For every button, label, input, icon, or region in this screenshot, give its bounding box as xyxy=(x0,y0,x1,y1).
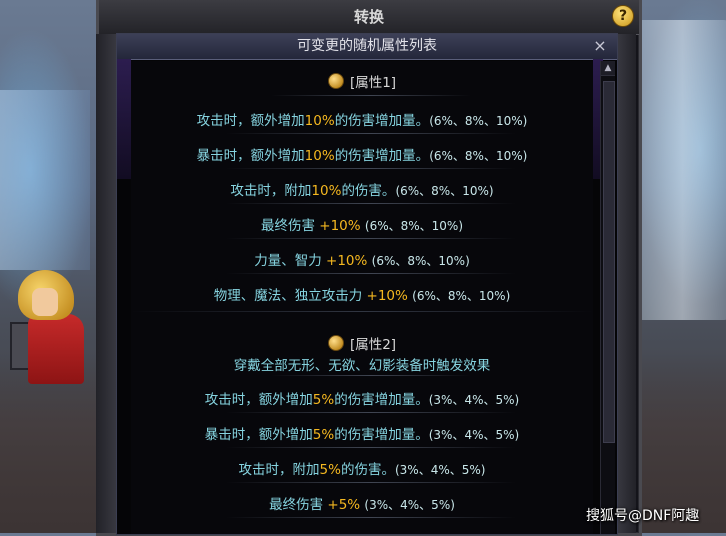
character-face xyxy=(32,288,58,316)
effect-range: (3%、4%、5%) xyxy=(428,393,520,407)
effect-range: (3%、4%、5%) xyxy=(394,463,486,477)
section-1-heading: [属性1] xyxy=(131,71,593,91)
effect-text: 物理、魔法、独立攻击力 xyxy=(213,288,367,304)
section-2-heading: [属性2] xyxy=(131,333,593,353)
help-icon[interactable]: ? xyxy=(612,5,634,27)
attribute-row: 暴击时，额外增加10%的伤害增加量。(6%、8%、10%) xyxy=(131,144,593,164)
divider xyxy=(226,238,516,239)
section-2-condition: 穿戴全部无形、无欲、幻影装备时触发效果 xyxy=(233,358,491,374)
divider xyxy=(226,517,516,518)
effect-text: 攻击时，附加 xyxy=(230,183,312,199)
attribute-row: 攻击时，附加10%的伤害。(6%、8%、10%) xyxy=(131,179,593,199)
effect-text-suffix: 的伤害增加量。 xyxy=(334,113,430,129)
effect-value: +10% xyxy=(326,253,368,269)
effect-range: (3%、4%、5%) xyxy=(364,498,455,512)
effect-range: (6%、8%、10%) xyxy=(371,254,470,268)
divider xyxy=(226,273,516,274)
effect-range: (6%、8%、10%) xyxy=(429,149,528,163)
attribute-row: 攻击时，额外增加10%的伤害增加量。(6%、8%、10%) xyxy=(131,109,593,129)
divider xyxy=(226,412,516,413)
close-button[interactable]: × xyxy=(591,35,609,57)
effect-text-suffix: 的伤害增加量。 xyxy=(334,427,429,443)
divider xyxy=(226,482,516,483)
window-frame-left xyxy=(96,34,118,533)
divider xyxy=(226,447,516,448)
effect-range: (3%、4%、5%) xyxy=(428,428,520,442)
effect-text: 攻击时，额外增加 xyxy=(204,392,313,408)
effect-range: (6%、8%、10%) xyxy=(364,219,464,233)
effect-value: 5% xyxy=(312,427,335,443)
attribute-row: 攻击时，额外增加5%的伤害增加量。(3%、4%、5%) xyxy=(131,388,593,408)
character-body xyxy=(28,314,84,384)
effect-value: 5% xyxy=(319,462,341,478)
attribute-row: 最终伤害 +10% (6%、8%、10%) xyxy=(131,214,593,234)
effect-value: 10% xyxy=(311,183,342,199)
effect-text-suffix: 的伤害增加量。 xyxy=(334,148,430,164)
effect-text-suffix: 的伤害。 xyxy=(341,183,396,199)
background-pillar xyxy=(635,20,726,320)
effect-text: 最终伤害 xyxy=(269,497,328,513)
section-2-heading-text: [属性2] xyxy=(349,337,397,353)
attribute-row: 暴击时，额外增加5%的伤害增加量。(3%、4%、5%) xyxy=(131,423,593,443)
popup-side-decoration-left xyxy=(117,59,131,179)
effect-text: 攻击时，额外增加 xyxy=(196,113,305,129)
attribute-icon xyxy=(327,335,344,351)
random-attribute-popup: 可变更的随机属性列表 × [属性1] 攻击时，额外增加10%的伤害增加量。(6%… xyxy=(116,33,618,535)
effect-text: 暴击时，额外增加 xyxy=(196,148,305,164)
effect-range: (6%、8%、10%) xyxy=(412,289,511,303)
effect-value: 5% xyxy=(312,392,335,408)
attribute-row: 物理、魔法、独立攻击力 +10% (6%、8%、10%) xyxy=(131,284,593,304)
divider xyxy=(226,133,516,134)
divider xyxy=(271,375,471,376)
convert-window-title: 转换 xyxy=(99,0,639,35)
effect-text-suffix: 的伤害。 xyxy=(340,462,395,478)
attribute-list[interactable]: [属性1] 攻击时，额外增加10%的伤害增加量。(6%、8%、10%) 暴击时，… xyxy=(131,61,593,534)
effect-text: 最终伤害 xyxy=(260,218,320,234)
effect-text-suffix: 的伤害增加量。 xyxy=(334,392,429,408)
popup-title: 可变更的随机属性列表 xyxy=(297,38,437,54)
divider xyxy=(226,168,516,169)
attribute-icon xyxy=(327,73,344,89)
background-arch xyxy=(0,90,90,270)
effect-value: +10% xyxy=(319,218,361,234)
effect-value: +10% xyxy=(366,288,408,304)
attribute-row: 攻击时，附加5%的伤害。(3%、4%、5%) xyxy=(131,458,593,478)
divider xyxy=(226,203,516,204)
watermark: 搜狐号@DNF阿趣 xyxy=(586,508,700,524)
attribute-row: 力量、智力 +10% (6%、8%、10%) xyxy=(131,249,593,269)
effect-text: 暴击时，额外增加 xyxy=(204,427,313,443)
popup-titlebar[interactable]: 可变更的随机属性列表 × xyxy=(117,34,617,60)
effect-text: 攻击时，附加 xyxy=(238,462,320,478)
effect-value: +5% xyxy=(327,497,361,513)
scrollbar-thumb[interactable] xyxy=(603,81,615,443)
section-divider xyxy=(131,311,593,312)
attribute-row: 最终伤害 +5% (3%、4%、5%) xyxy=(131,493,593,513)
section-1-heading-text: [属性1] xyxy=(349,75,397,91)
window-frame-right xyxy=(616,34,636,533)
player-character xyxy=(10,270,90,385)
effect-value: 10% xyxy=(304,148,335,164)
effect-range: (6%、8%、10%) xyxy=(429,114,528,128)
divider xyxy=(271,95,471,96)
effect-text: 力量、智力 xyxy=(254,253,327,269)
effect-value: 10% xyxy=(304,113,335,129)
scroll-up-arrow-icon[interactable]: ▲ xyxy=(601,61,615,76)
effect-range: (6%、8%、10%) xyxy=(395,184,494,198)
scrollbar[interactable]: ▲ xyxy=(600,61,615,534)
